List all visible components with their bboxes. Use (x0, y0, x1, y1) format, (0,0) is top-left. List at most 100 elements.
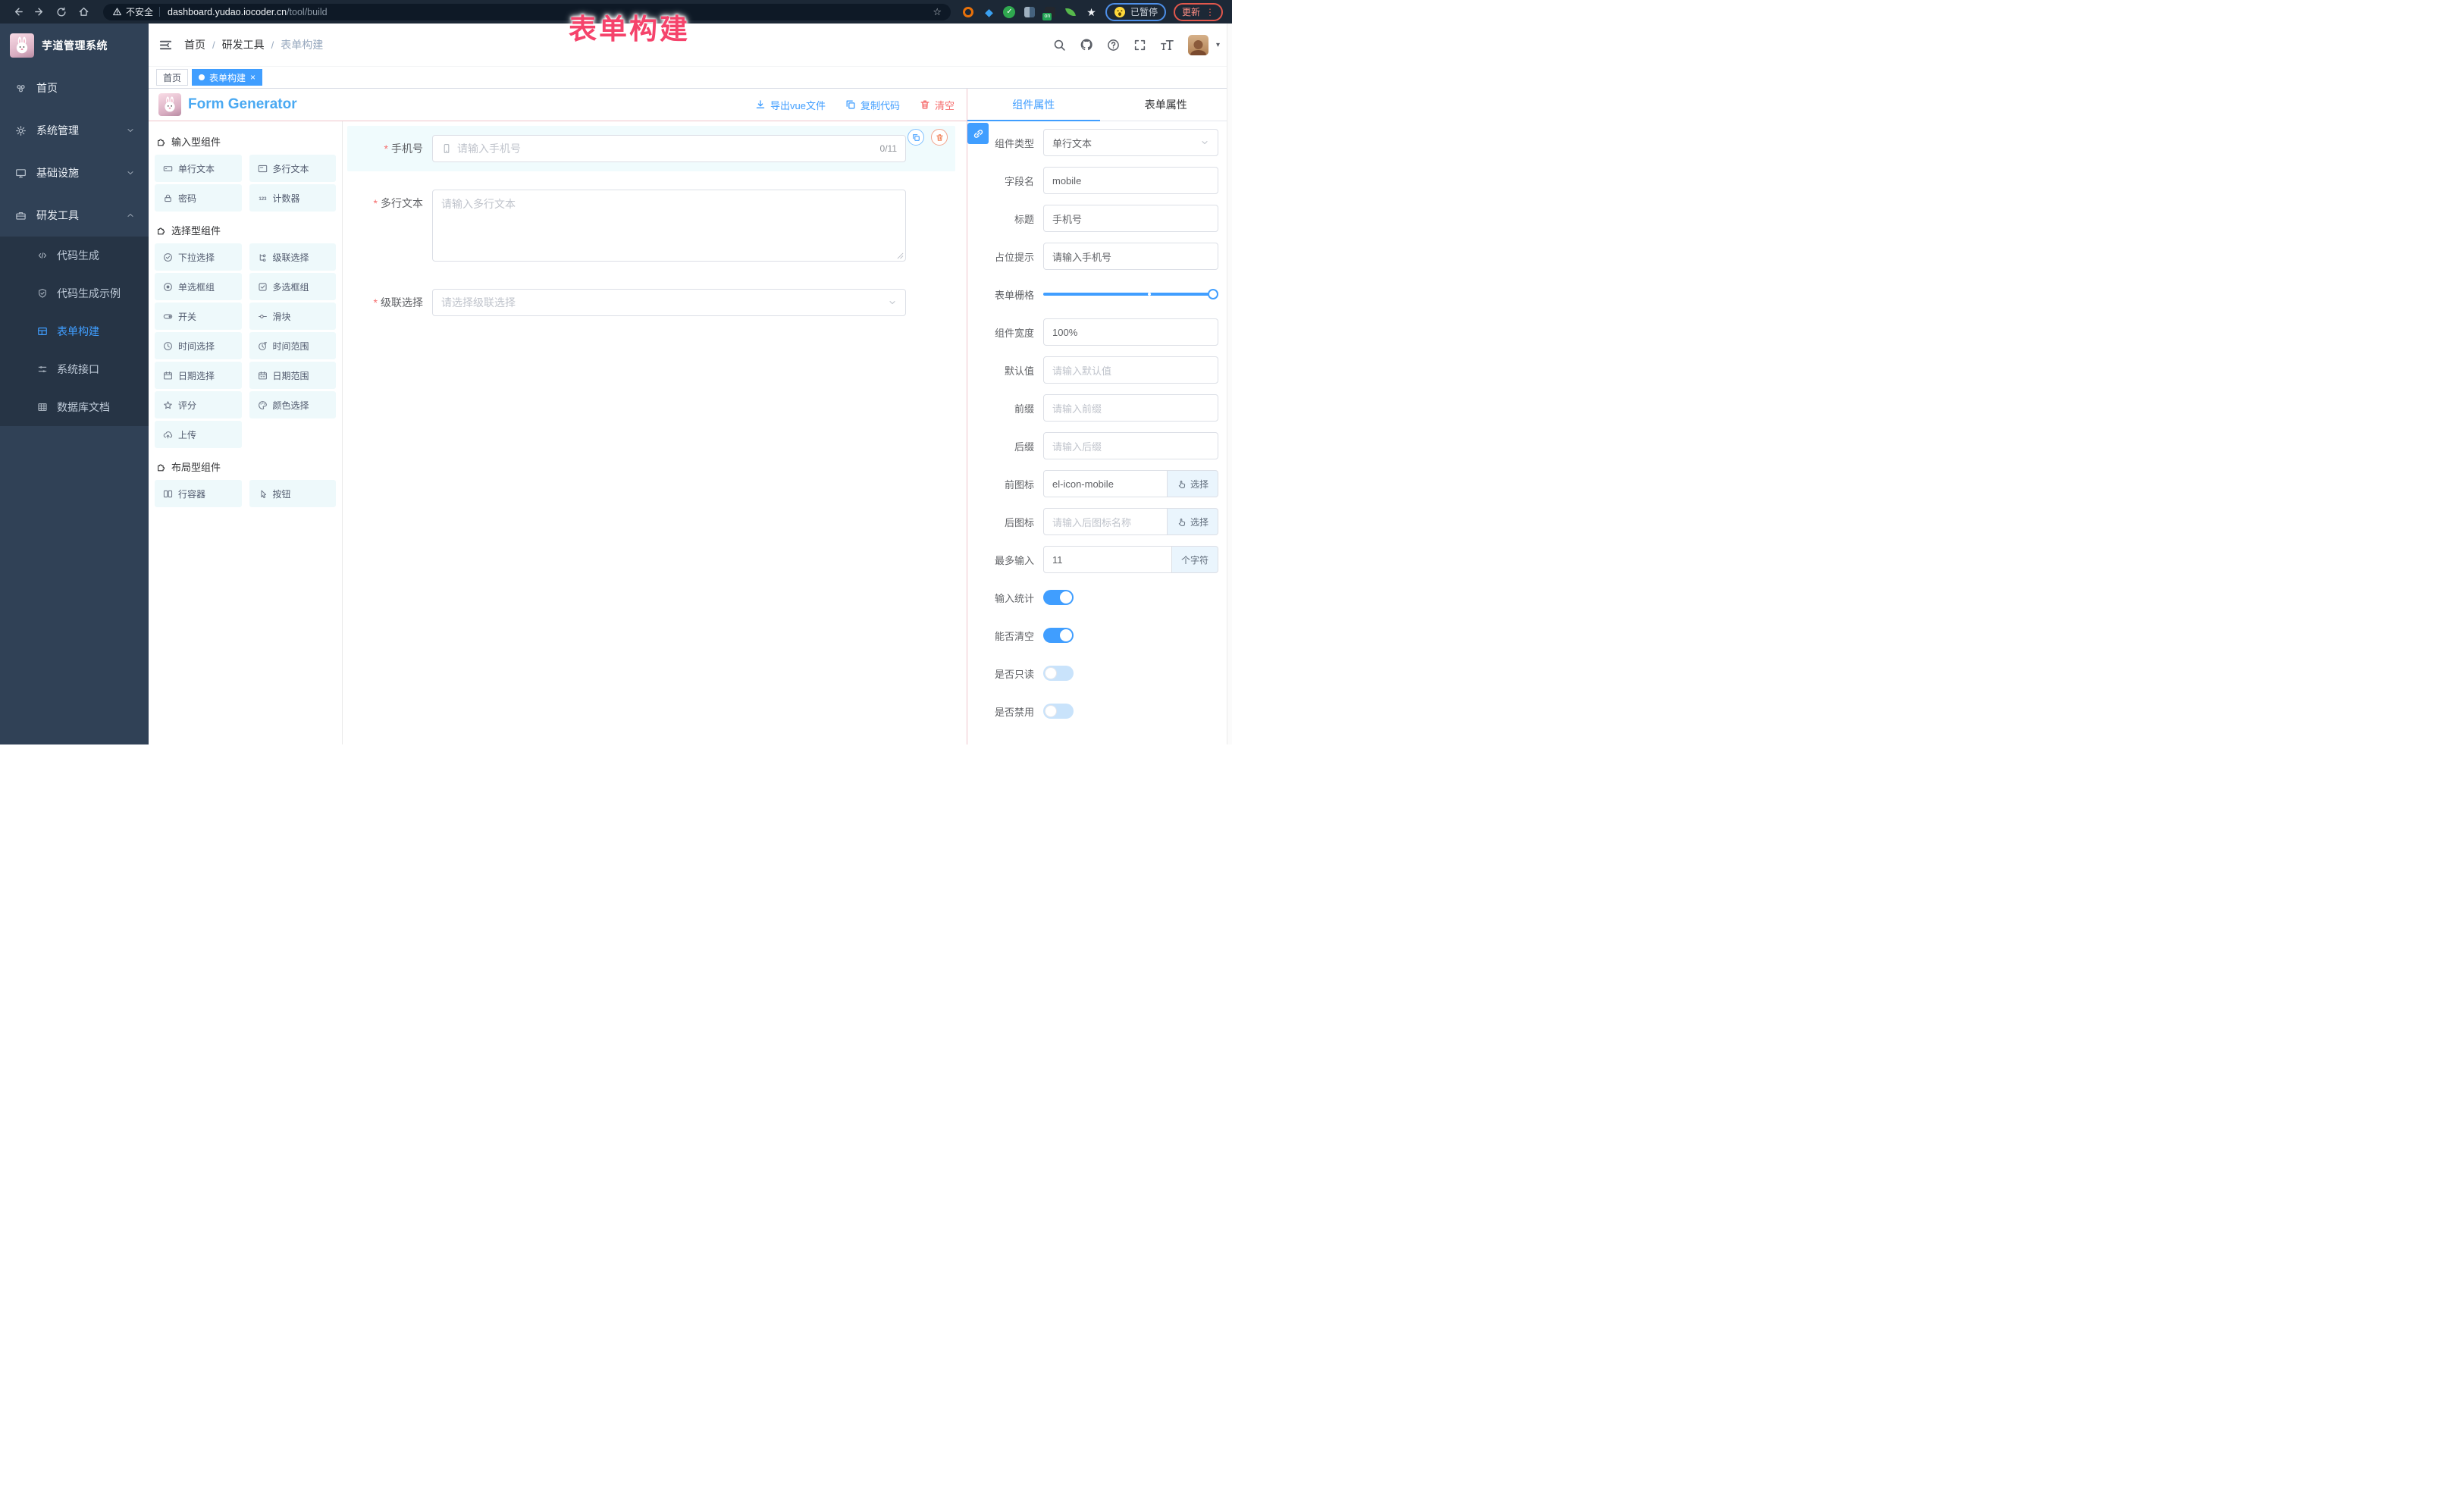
toggle-能否清空[interactable] (1043, 628, 1074, 643)
导出vue文件-button[interactable]: 导出vue文件 (755, 98, 826, 112)
blue-drop-extension-icon[interactable]: ◆ (983, 5, 995, 18)
browser-home-icon[interactable] (75, 4, 92, 20)
component-item-时间范围[interactable]: 时间范围 (249, 332, 337, 359)
canvas-field-textarea[interactable]: *多行文本 请输入多行文本 (347, 180, 955, 271)
form-canvas[interactable]: *手机号 请输入手机号 0/11 (343, 121, 967, 744)
breadcrumb-item[interactable]: 首页 (184, 37, 205, 52)
property-input-占位提示[interactable]: 请输入手机号 (1043, 243, 1218, 270)
property-input-默认值[interactable]: 请输入默认值 (1043, 356, 1218, 384)
user-avatar[interactable] (1188, 35, 1208, 55)
component-item-开关[interactable]: 开关 (155, 303, 242, 330)
property-input-后图标[interactable]: 请输入后图标名称 (1043, 508, 1168, 535)
canvas-field-mobile[interactable]: *手机号 请输入手机号 0/11 (347, 126, 955, 171)
component-item-滑块[interactable]: 滑块 (249, 303, 337, 330)
slider-handle[interactable] (1208, 289, 1218, 299)
orange-ring-extension-icon[interactable] (962, 5, 975, 18)
property-input-后缀[interactable]: 请输入后缀 (1043, 432, 1218, 459)
component-item-密码[interactable]: 密码 (155, 184, 242, 212)
cascader-select[interactable]: 请选择级联选择 (432, 289, 906, 316)
component-item-日期范围[interactable]: 日期范围 (249, 362, 337, 389)
resize-grip-icon[interactable] (897, 252, 904, 259)
复制代码-button[interactable]: 复制代码 (845, 98, 900, 112)
update-button[interactable]: 更新 ⋮ (1174, 3, 1223, 21)
sidebar-item-系统管理[interactable]: 系统管理 (0, 109, 149, 152)
tab-组件属性[interactable]: 组件属性 (967, 89, 1100, 121)
address-bar[interactable]: 不安全 dashboard.yudao.iocoder.cn/tool/buil… (103, 4, 951, 20)
mobile-input[interactable]: 请输入手机号 0/11 (432, 135, 906, 162)
toggle-是否只读[interactable] (1043, 666, 1074, 681)
tab-首页[interactable]: 首页 (156, 69, 188, 86)
tab-表单构建[interactable]: 表单构建× (192, 69, 262, 86)
grid-slider[interactable] (1043, 293, 1212, 296)
security-label[interactable]: 不安全 (126, 5, 153, 18)
browser-back-icon[interactable] (9, 4, 26, 20)
sidebar-item-代码生成[interactable]: 代码生成 (0, 237, 149, 274)
property-input-最多输入[interactable]: 11 (1043, 546, 1172, 573)
select-icon-button[interactable]: 选择 (1168, 470, 1218, 497)
component-item-上传[interactable]: 上传 (155, 421, 242, 448)
search-icon[interactable] (1053, 39, 1066, 52)
tab-表单属性[interactable]: 表单属性 (1100, 89, 1233, 121)
split-extension-icon[interactable] (1024, 5, 1036, 18)
delete-field-button[interactable] (931, 129, 948, 146)
breadcrumb-item[interactable]: 研发工具 (222, 37, 265, 52)
sidebar-item-代码生成示例[interactable]: 代码生成示例 (0, 274, 149, 312)
component-item-单行文本[interactable]: 单行文本 (155, 155, 242, 182)
select-icon-button[interactable]: 选择 (1168, 508, 1218, 535)
profile-paused-badge[interactable]: 已暂停 (1105, 3, 1166, 21)
component-item-颜色选择[interactable]: 颜色选择 (249, 391, 337, 418)
page-scrollbar[interactable] (1227, 24, 1232, 744)
dark-on-extension-icon[interactable]: on (1044, 5, 1057, 18)
sidebar-item-研发工具[interactable]: 研发工具 (0, 194, 149, 237)
sidebar-item-系统接口[interactable]: 系统接口 (0, 350, 149, 388)
component-item-多行文本[interactable]: 多行文本 (249, 155, 337, 182)
component-item-按钮[interactable]: 按钮 (249, 480, 337, 507)
清空-button[interactable]: 清空 (920, 98, 955, 112)
url-text[interactable]: dashboard.yudao.iocoder.cn/tool/build (168, 7, 328, 17)
sidebar-item-表单构建[interactable]: 表单构建 (0, 312, 149, 350)
sidebar-item-label: 系统管理 (36, 123, 79, 138)
security-warning-icon[interactable] (112, 7, 122, 17)
avatar-caret-icon[interactable]: ▾ (1216, 41, 1220, 49)
component-item-行容器[interactable]: 行容器 (155, 480, 242, 507)
component-item-日期选择[interactable]: 日期选择 (155, 362, 242, 389)
toggle-输入统计[interactable] (1043, 590, 1074, 605)
canvas-field-cascader[interactable]: *级联选择 请选择级联选择 (347, 280, 955, 325)
property-input-前缀[interactable]: 请输入前缀 (1043, 394, 1218, 422)
form-generator-logo-icon (158, 93, 181, 116)
property-select-组件类型[interactable]: 单行文本 (1043, 129, 1218, 156)
component-item-单选框组[interactable]: 单选框组 (155, 273, 242, 300)
hamburger-icon[interactable] (158, 38, 173, 52)
sidebar-item-基础设施[interactable]: 基础设施 (0, 152, 149, 194)
green-check-extension-icon[interactable]: ✓ (1003, 5, 1016, 18)
browser-reload-icon[interactable] (53, 4, 70, 20)
toggle-是否禁用[interactable] (1043, 704, 1074, 719)
font-size-icon[interactable] (1160, 39, 1174, 52)
link-icon[interactable] (967, 123, 989, 144)
upload-icon (163, 430, 173, 440)
component-item-下拉选择[interactable]: 下拉选择 (155, 243, 242, 271)
sidebar-item-数据库文档[interactable]: 数据库文档 (0, 388, 149, 426)
sidebar-item-首页[interactable]: 首页 (0, 67, 149, 109)
property-input-组件宽度[interactable]: 100% (1043, 318, 1218, 346)
textarea-input[interactable]: 请输入多行文本 (432, 190, 906, 262)
help-icon[interactable] (1107, 39, 1120, 52)
leaf-extension-icon[interactable] (1064, 5, 1077, 18)
copy-field-button[interactable] (908, 129, 924, 146)
browser-forward-icon[interactable] (31, 4, 48, 20)
close-icon[interactable]: × (250, 73, 255, 82)
component-item-时间选择[interactable]: 时间选择 (155, 332, 242, 359)
property-input-字段名[interactable]: mobile (1043, 167, 1218, 194)
component-item-计数器[interactable]: 123计数器 (249, 184, 337, 212)
property-input-标题[interactable]: 手机号 (1043, 205, 1218, 232)
fullscreen-icon[interactable] (1133, 39, 1146, 52)
property-input-前图标[interactable]: el-icon-mobile (1043, 470, 1168, 497)
github-icon[interactable] (1080, 38, 1093, 52)
component-item-多选框组[interactable]: 多选框组 (249, 273, 337, 300)
component-item-级联选择[interactable]: 级联选择 (249, 243, 337, 271)
component-item-label: 时间选择 (178, 340, 215, 353)
sidebar-logo-row[interactable]: 芋道管理系统 (0, 24, 149, 67)
bookmark-star-icon[interactable]: ☆ (933, 6, 942, 18)
star-extension-icon[interactable]: ★ (1085, 5, 1098, 18)
component-item-评分[interactable]: 评分 (155, 391, 242, 418)
